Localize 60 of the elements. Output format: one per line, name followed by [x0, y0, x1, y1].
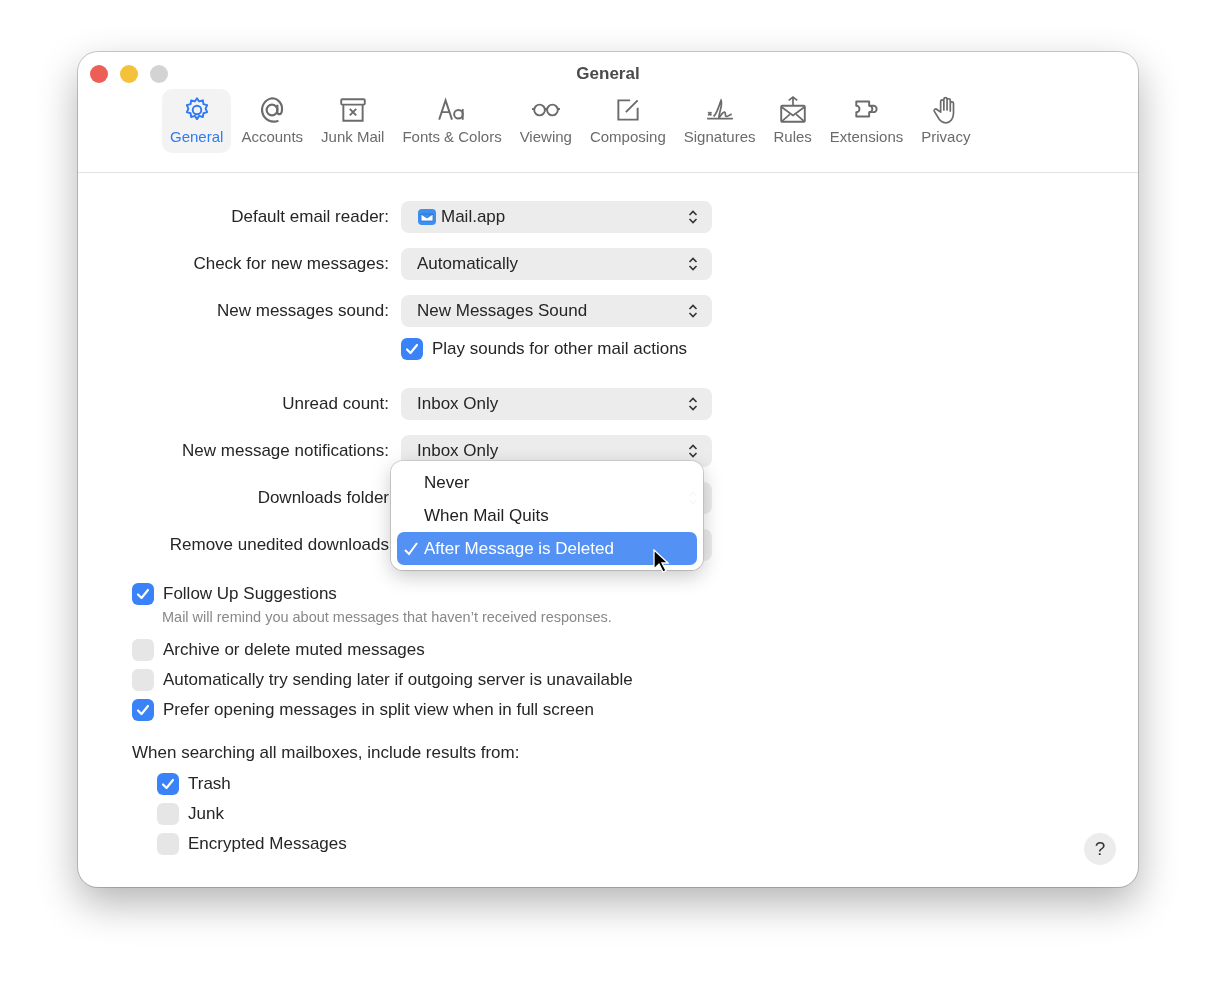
chevron-icon	[688, 209, 698, 225]
checkbox-label: Encrypted Messages	[188, 834, 347, 854]
toolbar-tab[interactable]: Accounts	[233, 89, 312, 153]
help-button[interactable]: ?	[1084, 833, 1116, 865]
checkbox-label: Prefer opening messages in split view when in full screen	[163, 700, 594, 720]
toolbar-tab[interactable]: Privacy	[913, 89, 979, 153]
section-heading: When searching all mailboxes, include results from:	[132, 743, 521, 763]
chevron-icon	[688, 443, 698, 459]
menu-item[interactable]: Never	[397, 466, 697, 499]
checkbox[interactable]	[132, 639, 154, 661]
toolbar-tab[interactable]: General	[162, 89, 232, 153]
checkmark-icon	[136, 587, 150, 601]
checkmark-icon	[405, 342, 419, 356]
checkmark-icon	[161, 777, 175, 791]
checkbox[interactable]	[157, 803, 179, 825]
field-label: Default email reader:	[230, 207, 389, 227]
checkbox[interactable]	[157, 833, 179, 855]
field-label: Downloads folder	[256, 488, 389, 508]
toolbar-tab[interactable]: Fonts & Colors	[394, 89, 510, 153]
popup-button[interactable]: New Messages Sound	[401, 295, 712, 327]
checkbox[interactable]	[401, 338, 423, 360]
mail-app-icon	[417, 207, 437, 227]
checkbox-label: Junk	[188, 804, 224, 824]
field-label: Check for new messages:	[192, 254, 389, 274]
toolbar-tab[interactable]: Junk Mail	[313, 89, 393, 153]
trash-box-icon	[337, 95, 368, 125]
checkbox-label: Automatically try sending later if outgoing server is unavailable	[163, 670, 633, 690]
checkbox-label: Play sounds for other mail actions	[432, 339, 688, 359]
checkbox[interactable]	[132, 669, 154, 691]
checkbox-label: Trash	[188, 774, 231, 794]
field-label: New messages sound:	[216, 301, 389, 321]
toolbar-tab[interactable]: Extensions	[821, 89, 912, 153]
toolbar-tab[interactable]: Viewing	[511, 89, 580, 153]
field-label: Unread count:	[281, 394, 389, 414]
zoom-button[interactable]	[150, 65, 168, 83]
chevron-icon	[688, 396, 698, 412]
window-title: General	[576, 63, 640, 84]
field-label: Remove unedited downloads	[168, 535, 389, 555]
toolbar-tab[interactable]: Composing	[581, 89, 674, 153]
minimize-button[interactable]	[120, 65, 138, 83]
toolbar-tab[interactable]: Signatures	[675, 89, 764, 153]
field-label: New message notifications:	[181, 441, 389, 461]
toolbar-tab[interactable]: Rules	[765, 89, 820, 153]
help-text: Mail will remind you about messages that haven’t received responses.	[162, 609, 613, 625]
checkbox[interactable]	[157, 773, 179, 795]
chevron-icon	[688, 303, 698, 319]
checkmark-icon	[403, 540, 419, 557]
checkbox-label: Follow Up Suggestions	[163, 584, 337, 604]
popup-button[interactable]: Inbox Only	[401, 388, 712, 420]
chevron-icon	[688, 256, 698, 272]
envelope-arrows-icon	[777, 95, 808, 125]
close-button[interactable]	[90, 65, 108, 83]
popup-button[interactable]: Automatically	[401, 248, 712, 280]
menu-item[interactable]: After Message is Deleted	[397, 532, 697, 565]
checkbox[interactable]	[132, 583, 154, 605]
checkbox[interactable]	[132, 699, 154, 721]
menu-item[interactable]: When Mail Quits	[397, 499, 697, 532]
popup-button[interactable]: Mail.app	[401, 201, 712, 233]
checkmark-icon	[136, 703, 150, 717]
checkbox-label: Archive or delete muted messages	[163, 640, 425, 660]
